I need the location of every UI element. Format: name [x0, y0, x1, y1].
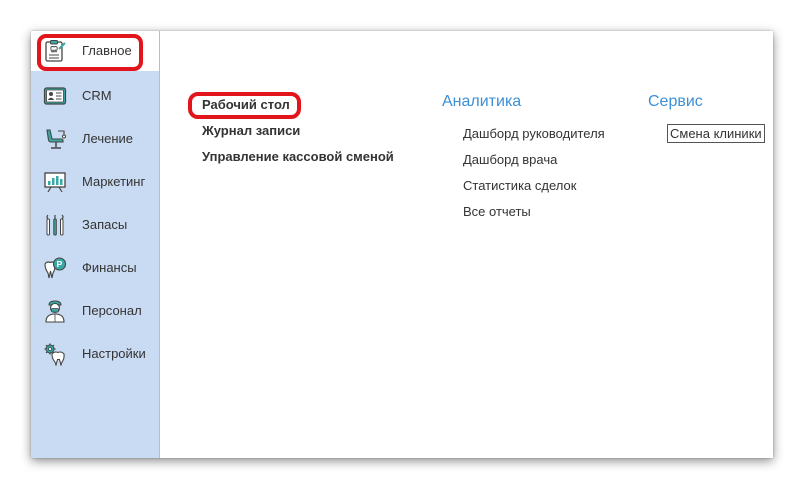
- presentation-board-icon: [44, 172, 66, 193]
- link-deals-statistics[interactable]: Статистика сделок: [463, 178, 576, 193]
- link-all-reports[interactable]: Все отчеты: [463, 204, 531, 219]
- link-appointment-journal[interactable]: Журнал записи: [202, 123, 300, 138]
- section-title-analytics: Аналитика: [442, 93, 522, 110]
- doctor-icon: [45, 300, 65, 323]
- main-content: Рабочий стол Журнал записи Управление ка…: [160, 31, 773, 458]
- sidebar-item-label: Персонал: [82, 303, 142, 318]
- app-window: Главное CRM Лечение Маркетинг Запасы P Ф…: [31, 31, 773, 458]
- link-cash-shift[interactable]: Управление кассовой сменой: [202, 149, 394, 164]
- link-doctor-dashboard[interactable]: Дашборд врача: [463, 152, 557, 167]
- link-change-clinic[interactable]: Смена клиники: [667, 124, 765, 143]
- link-manager-dashboard[interactable]: Дашборд руководителя: [463, 126, 605, 141]
- sidebar: Главное CRM Лечение Маркетинг Запасы P Ф…: [31, 31, 160, 458]
- svg-text:P: P: [57, 259, 63, 269]
- sidebar-item-label: Финансы: [82, 260, 137, 275]
- sidebar-item-marketing[interactable]: Маркетинг: [31, 162, 159, 202]
- sidebar-item-treatment[interactable]: Лечение: [31, 119, 159, 159]
- section-title-service: Сервис: [648, 93, 703, 110]
- sidebar-item-staff[interactable]: Персонал: [31, 291, 159, 331]
- sidebar-item-main[interactable]: Главное: [31, 31, 159, 71]
- sidebar-item-label: Лечение: [82, 131, 134, 146]
- sidebar-item-label: Маркетинг: [82, 174, 146, 189]
- dental-chair-icon: [46, 129, 66, 149]
- sidebar-item-label: Запасы: [82, 217, 128, 232]
- sidebar-item-label: Настройки: [82, 346, 146, 361]
- tooth-gear-icon: [44, 343, 65, 366]
- sidebar-item-inventory[interactable]: Запасы: [31, 205, 159, 245]
- sidebar-item-settings[interactable]: Настройки: [31, 334, 159, 374]
- sidebar-item-label: Главное: [82, 43, 132, 58]
- clipboard-tooth-icon: [45, 40, 66, 62]
- sidebar-item-crm[interactable]: CRM: [31, 76, 159, 116]
- link-desktop[interactable]: Рабочий стол: [202, 97, 290, 112]
- sidebar-item-label: CRM: [82, 88, 112, 103]
- tooth-coin-icon: P: [44, 257, 67, 279]
- sidebar-item-finance[interactable]: P Финансы: [31, 248, 159, 288]
- id-card-icon: [43, 87, 67, 105]
- dental-tools-icon: [46, 214, 64, 236]
